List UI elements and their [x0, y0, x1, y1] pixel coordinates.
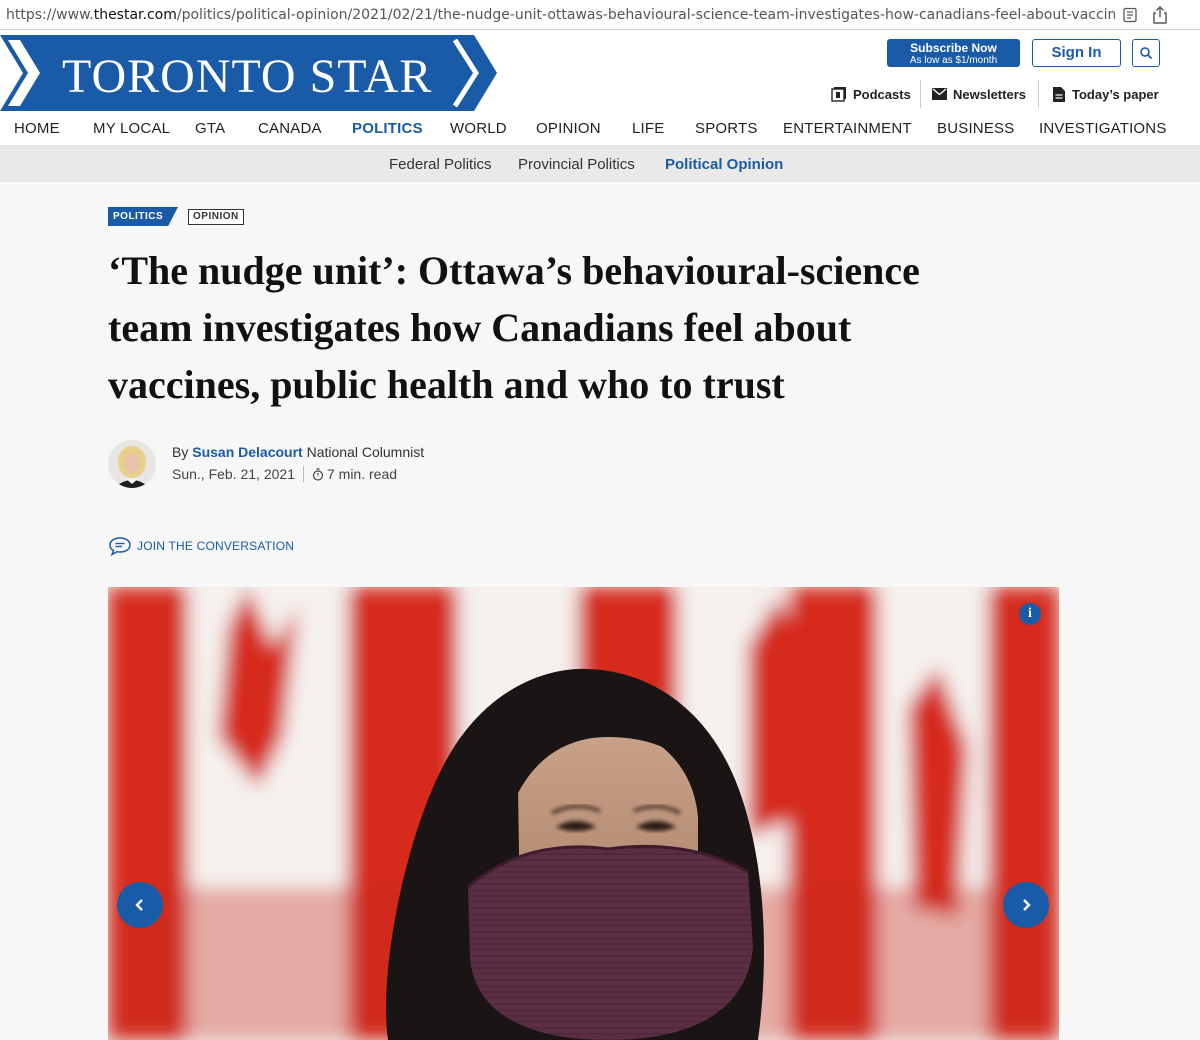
newspaper-icon: [1053, 86, 1065, 102]
section-tag[interactable]: POLITICS: [108, 207, 178, 226]
article-headline: ‘The nudge unit’: Ottawa’s behavioural-s…: [108, 242, 1008, 413]
chat-bubble-icon: [109, 537, 131, 556]
nav-item-business[interactable]: BUSINESS: [937, 120, 1014, 137]
info-icon[interactable]: i: [1019, 603, 1041, 625]
publish-date: Sun., Feb. 21, 2021: [172, 466, 295, 482]
share-icon[interactable]: [1145, 0, 1175, 30]
headline-line: ‘The nudge unit’: Ottawa’s behavioural-s…: [108, 248, 920, 293]
logo-wordmark: TORONTO STAR: [62, 50, 433, 103]
podcasts-link[interactable]: Podcasts: [831, 80, 911, 108]
byline-by: By: [172, 444, 189, 460]
author-role: National Columnist: [306, 444, 425, 460]
subnav-item-political-opinion[interactable]: Political Opinion: [665, 156, 783, 173]
newsletters-link[interactable]: Newsletters: [932, 80, 1026, 108]
search-icon: [1140, 47, 1153, 60]
chevron-left-icon: [135, 899, 143, 911]
newsletters-label: Newsletters: [953, 86, 1026, 102]
url-field[interactable]: https://www.thestar.com/politics/politic…: [0, 7, 1115, 23]
dateline-divider: [302, 466, 304, 482]
nav-item-sports[interactable]: SPORTS: [695, 120, 758, 137]
hero-photo[interactable]: [108, 587, 1059, 1040]
opinion-tag: OPINION: [188, 209, 244, 225]
nav-item-life[interactable]: LIFE: [632, 120, 664, 137]
sign-in-button[interactable]: Sign In: [1032, 39, 1121, 67]
masthead: TORONTO STAR Subscribe Now As low as $1/…: [0, 30, 1200, 112]
todays-paper-label: Today’s paper: [1072, 86, 1159, 102]
read-time: 7 min. read: [326, 466, 398, 482]
previous-photo-button[interactable]: [117, 882, 163, 928]
headline-line: team investigates how Canadians feel abo…: [108, 305, 852, 350]
utility-divider: [920, 80, 921, 108]
nav-item-investigations[interactable]: INVESTIGATIONS: [1039, 120, 1167, 137]
subnav-item-provincial-politics[interactable]: Provincial Politics: [518, 156, 635, 173]
author-avatar[interactable]: [108, 440, 156, 488]
reader-view-icon[interactable]: [1115, 0, 1145, 30]
nav-item-world[interactable]: WORLD: [450, 120, 507, 137]
nav-item-home[interactable]: HOME: [14, 120, 60, 137]
sub-nav: Federal Politics Provincial Politics Pol…: [0, 146, 1200, 182]
nav-item-opinion[interactable]: OPINION: [536, 120, 601, 137]
podcasts-label: Podcasts: [853, 86, 911, 102]
byline: By Susan Delacourt National Columnist: [172, 444, 424, 460]
chevron-right-icon: [1023, 899, 1031, 911]
next-photo-button[interactable]: [1003, 882, 1049, 928]
browser-url-bar: https://www.thestar.com/politics/politic…: [0, 0, 1200, 30]
author-link[interactable]: Susan Delacourt: [192, 444, 302, 460]
nav-item-my-local[interactable]: MY LOCAL: [93, 120, 170, 137]
stopwatch-icon: [312, 467, 324, 481]
dateline: Sun., Feb. 21, 2021 7 min. read: [172, 466, 397, 482]
subscribe-button[interactable]: Subscribe Now As low as $1/month: [887, 39, 1020, 67]
subscribe-price: As low as $1/month: [909, 55, 998, 66]
url-prefix: https://www.: [6, 6, 94, 23]
headline-line: vaccines, public health and who to trust: [108, 362, 785, 407]
toronto-star-logo[interactable]: TORONTO STAR: [0, 35, 500, 111]
join-conversation-label: JOIN THE CONVERSATION: [137, 539, 295, 553]
nav-item-entertainment[interactable]: ENTERTAINMENT: [783, 120, 912, 137]
nav-item-politics[interactable]: POLITICS: [352, 120, 423, 137]
subscribe-label: Subscribe Now: [910, 41, 997, 55]
nav-item-canada[interactable]: CANADA: [258, 120, 322, 137]
nav-item-gta[interactable]: GTA: [195, 120, 225, 137]
subnav-item-federal-politics[interactable]: Federal Politics: [389, 156, 492, 173]
todays-paper-link[interactable]: Today’s paper: [1053, 80, 1159, 108]
url-domain: thestar.com: [93, 6, 177, 23]
search-button[interactable]: [1132, 39, 1160, 67]
url-path: /politics/political-opinion/2021/02/21/t…: [176, 6, 1115, 23]
main-nav: HOME MY LOCAL GTA CANADA POLITICS WORLD …: [0, 112, 1200, 146]
join-conversation-link[interactable]: JOIN THE CONVERSATION: [108, 536, 294, 556]
mail-icon: [932, 88, 947, 100]
podcast-icon: [831, 87, 846, 102]
utility-divider: [1038, 80, 1039, 108]
